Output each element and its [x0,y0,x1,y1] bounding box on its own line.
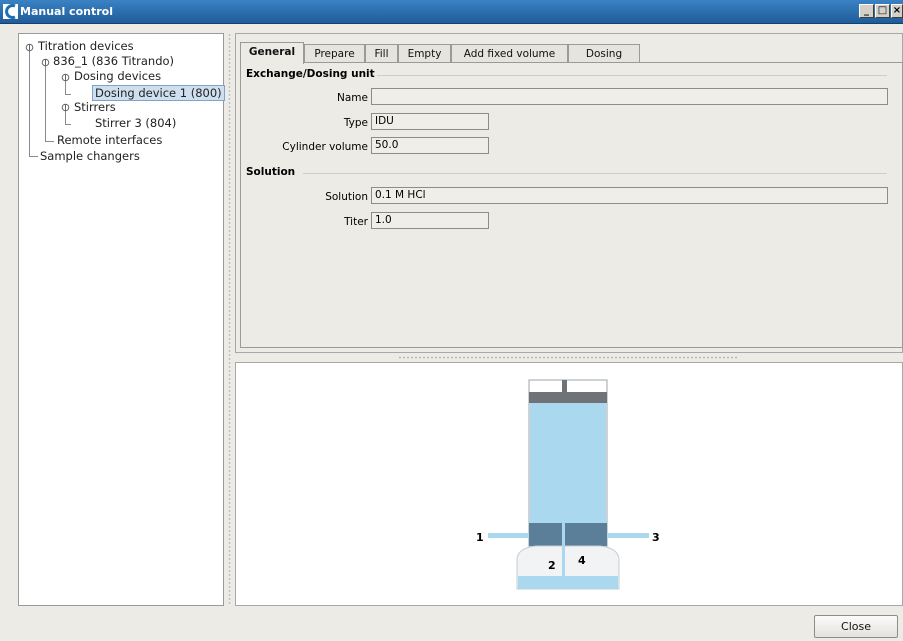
tree-item-remote-interfaces[interactable]: Remote interfaces [57,133,162,147]
tree-expander-icon[interactable] [25,43,34,52]
general-tab-content: Exchange/Dosing unit Name Type IDU Cylin… [240,62,903,348]
tree-item-dosing-devices[interactable]: Dosing devices [74,69,161,83]
section-divider [303,173,887,174]
port-label-3: 3 [652,531,660,544]
close-window-button[interactable]: × [891,4,903,18]
tab-general[interactable]: General [240,42,304,64]
tree-expander-icon[interactable] [61,103,70,112]
port-label-1: 1 [476,531,484,544]
bottle-icon [516,545,620,590]
solution-field[interactable]: 0.1 M HCl [371,187,888,204]
tab-fill[interactable]: Fill [365,44,398,63]
tree-expander-icon[interactable] [61,73,70,82]
name-label: Name [337,92,368,104]
maximize-button[interactable]: □ [875,4,890,18]
horizontal-splitter[interactable] [398,356,738,359]
titer-field[interactable]: 1.0 [371,212,489,229]
solution-label: Solution [325,191,368,203]
tree-expander-icon[interactable] [41,58,50,67]
type-field[interactable]: IDU [371,113,489,130]
tree-item-dosing-device-1[interactable]: Dosing device 1 (800) [92,85,225,101]
type-label: Type [343,117,368,129]
port-label-4: 4 [578,554,586,567]
titer-label: Titer [344,216,368,228]
tab-prepare[interactable]: Prepare [304,44,365,63]
window-titlebar: Manual control _ □ × [0,0,903,24]
section-exchange-dosing-unit: Exchange/Dosing unit [246,68,375,80]
diagram-panel: 1 2 3 4 [235,362,903,606]
port-label-2: 2 [548,559,556,572]
name-field[interactable] [371,88,888,105]
tree-item-titration-devices[interactable]: Titration devices [38,39,134,53]
section-solution: Solution [246,166,296,178]
app-logo-icon [3,4,18,19]
tab-add-fixed-volume[interactable]: Add fixed volume [451,44,568,63]
cylinder-volume-label: Cylinder volume [282,141,368,153]
window-title: Manual control [20,5,113,18]
close-button[interactable]: Close [814,615,898,638]
tree-item-stirrers[interactable]: Stirrers [74,100,116,114]
tree-item-sample-changers[interactable]: Sample changers [40,149,140,163]
minimize-button[interactable]: _ [859,4,874,18]
cylinder-volume-field[interactable]: 50.0 [371,137,489,154]
device-tree[interactable]: Titration devices 836_1 (836 Titrando) D… [18,33,225,606]
section-divider [377,75,887,76]
tab-dosing[interactable]: Dosing [568,44,640,63]
dosing-unit-diagram: 1 2 3 4 [476,379,660,590]
vertical-splitter[interactable] [228,33,231,606]
tree-item-stirrer-3[interactable]: Stirrer 3 (804) [95,116,176,130]
tree-item-836-titrando[interactable]: 836_1 (836 Titrando) [53,54,174,68]
tab-empty[interactable]: Empty [398,44,451,63]
